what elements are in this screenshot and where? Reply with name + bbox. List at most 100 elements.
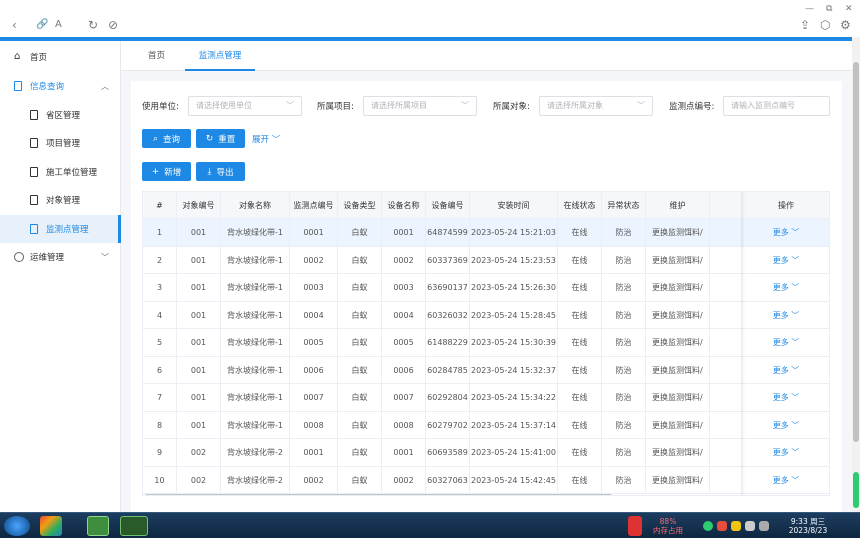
table-cell: 0008: [290, 411, 338, 439]
table-cell: 8: [143, 411, 177, 439]
tab-monitor-point[interactable]: 监测点管理: [185, 41, 255, 71]
query-button[interactable]: ⌕ 查询: [142, 129, 191, 148]
export-button[interactable]: ⤓ 导出: [196, 162, 245, 181]
table-cell: 白蚁: [338, 219, 382, 246]
chevron-down-icon: ﹀: [788, 310, 800, 320]
table-cell: 背水坡绿化带-1: [221, 301, 290, 329]
share-icon[interactable]: ⇪: [800, 18, 810, 32]
more-button[interactable]: 更多 ﹀: [742, 357, 829, 384]
table-cell: 001: [177, 329, 221, 356]
horizontal-scrollbar[interactable]: [145, 494, 612, 495]
chevron-down-icon: ﹀: [637, 101, 645, 110]
table-cell: 白蚁: [338, 411, 382, 439]
table-row[interactable]: 4 001 背水坡绿化带-1 0004 白蚁 0004 60326032 2023-05-24…: [143, 301, 829, 329]
refresh-icon[interactable]: ↻: [88, 18, 98, 32]
wechat-icon[interactable]: [120, 516, 148, 536]
table-cell: 60279702: [426, 411, 470, 439]
table-row[interactable]: 2 001 背水坡绿化带-1 0002 白蚁 0002 60337369 2023-05-24…: [143, 246, 829, 274]
browser-taskbar-icon[interactable]: [87, 516, 109, 536]
point-input[interactable]: 请输入监测点编号: [723, 96, 830, 116]
cube-icon[interactable]: ⬡: [820, 18, 830, 32]
antivirus-icon[interactable]: [628, 516, 642, 536]
sidebar-item-label: 监测点管理: [46, 225, 89, 235]
table-cell: 更换监测饵料/: [646, 219, 710, 246]
more-label: 更多: [772, 338, 789, 347]
close-icon[interactable]: ✕: [845, 2, 853, 16]
tab-home[interactable]: 首页: [148, 41, 165, 71]
font-size-icon[interactable]: A: [55, 18, 62, 32]
table-cell: 背水坡绿化带-1: [221, 356, 290, 384]
more-button[interactable]: 更多 ﹀: [742, 384, 829, 411]
table-cell: 在线: [558, 274, 602, 301]
table-row[interactable]: 6 001 背水坡绿化带-1 0006 白蚁 0006 60284785 2023-05-24…: [143, 356, 829, 384]
project-select[interactable]: 请选择所属项目 ﹀: [363, 96, 477, 116]
more-button[interactable]: 更多 ﹀: [742, 329, 829, 356]
table-row[interactable]: 3 001 背水坡绿化带-1 0003 白蚁 0003 63690137 2023-05-24…: [143, 274, 829, 302]
more-button[interactable]: 更多 ﹀: [742, 274, 829, 301]
table-cell: 001: [177, 301, 221, 329]
expand-link[interactable]: 展开 ﹀: [252, 133, 280, 145]
chevron-down-icon: ﹀: [788, 475, 800, 485]
sidebar-item-province[interactable]: 省区管理: [0, 101, 121, 129]
table-row[interactable]: 7 001 背水坡绿化带-1 0007 白蚁 0007 60292804 2023-05-24…: [143, 384, 829, 412]
sidebar-item-label: 施工单位管理: [46, 168, 98, 178]
table-cell: 更换监测饵料/: [646, 466, 710, 494]
compass-icon[interactable]: ⊘: [108, 18, 118, 32]
sidebar-item-ops[interactable]: 运维管理 ﹀: [0, 243, 121, 271]
shield-icon[interactable]: [731, 521, 741, 531]
app-icon[interactable]: [40, 516, 62, 536]
network-icon[interactable]: [703, 521, 713, 531]
more-button[interactable]: 更多 ﹀: [742, 467, 829, 494]
table-cell: 更换监测饵料/: [646, 384, 710, 411]
table-cell: 10: [143, 466, 177, 494]
sidebar-item-contractor[interactable]: 施工单位管理: [0, 158, 121, 186]
table-row[interactable]: 1 001 背水坡绿化带-1 0001 白蚁 0001 64874599 2023-05-24…: [143, 219, 829, 247]
monitor-icon[interactable]: [745, 521, 755, 531]
table-cell: 2023-05-24 15:41:00: [470, 439, 558, 466]
table-cell: 2023-05-24 15:28:45: [470, 301, 558, 329]
more-button[interactable]: 更多 ﹀: [742, 219, 829, 246]
chevron-down-icon: ﹀: [271, 135, 281, 145]
monitor-point-table: # 对象编号 对象名称 监测点编号 设备类型 设备名称 设备编号 安装时间 在线状态 异常状态 维护…: [142, 191, 830, 496]
sidebar-item-info-query[interactable]: 信息查询 ︿: [0, 72, 121, 100]
sidebar-item-label: 运维管理: [30, 253, 65, 263]
memory-label: 内存占用: [653, 526, 683, 535]
more-label: 更多: [772, 228, 789, 237]
more-button[interactable]: 更多 ﹀: [742, 439, 829, 466]
document-icon: [30, 138, 40, 148]
table-row[interactable]: 5 001 背水坡绿化带-1 0005 白蚁 0005 61488229 2023-05-24…: [143, 329, 829, 357]
table-row[interactable]: 9 002 背水坡绿化带-2 0001 白蚁 0001 60693589 2023-05-24…: [143, 439, 829, 467]
object-select[interactable]: 请选择所属对象 ﹀: [539, 96, 653, 116]
reset-button[interactable]: ↻ 重置: [196, 129, 245, 148]
clock[interactable]: 9:33 周三 2023/8/23: [778, 517, 838, 535]
minimize-icon[interactable]: —: [805, 2, 814, 16]
add-button[interactable]: + 新增: [142, 162, 191, 181]
start-icon[interactable]: [4, 516, 30, 536]
flag-icon[interactable]: [717, 521, 727, 531]
sidebar-item-object[interactable]: 对象管理: [0, 186, 121, 214]
query-label: 查询: [163, 134, 181, 145]
vertical-scrollbar-thumb[interactable]: [853, 62, 859, 442]
more-button[interactable]: 更多 ﹀: [742, 302, 829, 329]
volume-icon[interactable]: [759, 521, 769, 531]
table-row[interactable]: 10 002 背水坡绿化带-2 0002 白蚁 0002 60327063 2023-05-2…: [143, 466, 829, 494]
column-header: 维护: [646, 192, 710, 219]
restore-icon[interactable]: ⧉: [826, 2, 832, 16]
side-indicator: [853, 472, 859, 508]
more-button[interactable]: 更多 ﹀: [742, 412, 829, 439]
table-cell: 0007: [290, 384, 338, 411]
sidebar-item-home[interactable]: ⌂ 首页: [0, 43, 121, 71]
back-icon[interactable]: ‹: [12, 18, 17, 32]
chevron-down-icon: ﹀: [788, 338, 800, 347]
link-icon[interactable]: 🔗: [36, 18, 48, 32]
sidebar-item-monitor-point[interactable]: 监测点管理: [0, 215, 121, 243]
sidebar-item-project[interactable]: 项目管理: [0, 129, 121, 157]
export-label: 导出: [216, 167, 234, 178]
table-cell: 在线: [558, 219, 602, 246]
table-cell: 002: [177, 466, 221, 494]
gear-icon[interactable]: ⚙: [840, 18, 851, 32]
unit-select[interactable]: 请选择使用单位 ﹀: [188, 96, 302, 116]
chevron-down-icon: ﹀: [788, 393, 800, 402]
table-row[interactable]: 8 001 背水坡绿化带-1 0008 白蚁 0008 60279702 2023-05-24…: [143, 411, 829, 439]
more-button[interactable]: 更多 ﹀: [742, 247, 829, 274]
